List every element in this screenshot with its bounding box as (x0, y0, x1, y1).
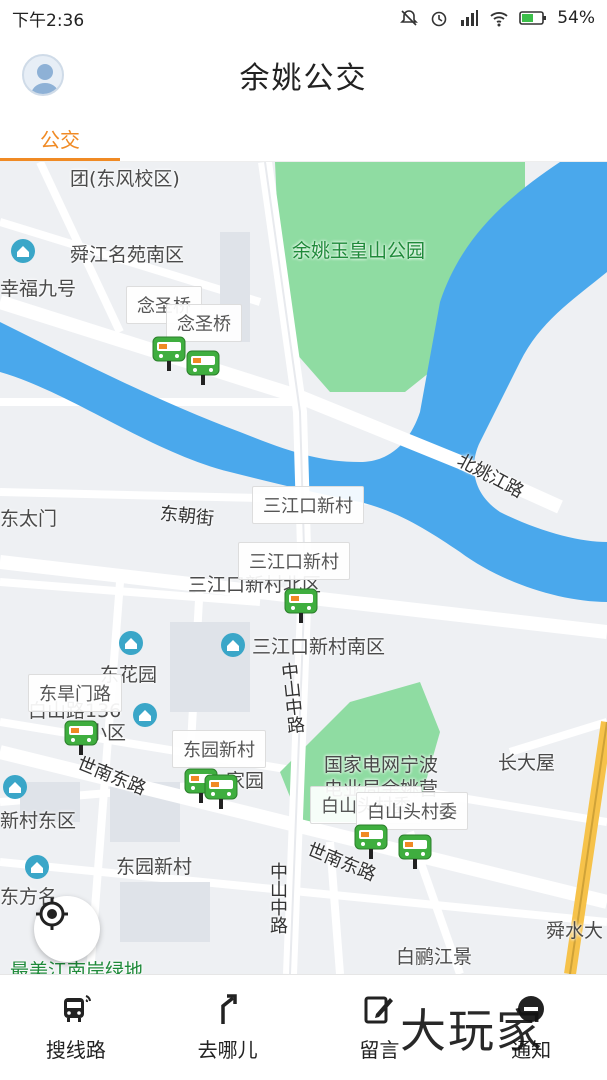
nav-label: 去哪儿 (197, 1038, 258, 1062)
signal-icon (461, 10, 479, 26)
residence-poi-icon[interactable] (118, 630, 144, 656)
nav-where-to[interactable]: 去哪儿 (152, 975, 304, 1080)
alarm-icon (431, 11, 447, 27)
tab-bus[interactable]: 公交 (0, 114, 120, 162)
bus-stop-marker-icon[interactable] (152, 336, 186, 372)
status-time: 下午2:36 (12, 10, 85, 31)
map-label: 舜江名苑南区 (70, 244, 185, 266)
battery-icon (519, 11, 547, 25)
battery-percent: 54% (557, 8, 595, 28)
user-avatar[interactable] (22, 54, 64, 96)
map-label: 幸福九号 (0, 278, 77, 300)
map-label: 团(东风校区) (70, 168, 180, 190)
bus-search-icon (63, 995, 91, 1022)
bus-stop-marker-icon[interactable] (64, 720, 98, 756)
watermark-logo: 大玩家 (400, 1004, 544, 1058)
nav-label: 搜线路 (45, 1038, 106, 1062)
residence-poi-icon[interactable] (24, 854, 50, 880)
status-icons: 54% (399, 8, 595, 28)
tab-bar: 公交 (0, 114, 607, 162)
residence-poi-icon[interactable] (220, 632, 246, 658)
road-label: 中山中路 (267, 862, 288, 934)
stop-callout-sanjiangkou[interactable]: 三江口新村 (252, 486, 364, 524)
map-label: 国家电网宁波 (324, 754, 439, 776)
residence-poi-icon[interactable] (10, 238, 36, 264)
locate-target-icon (36, 898, 68, 930)
map-label: 东园新村 (116, 856, 193, 878)
person-icon (30, 64, 60, 94)
locate-button[interactable] (34, 896, 100, 962)
map-label: 东太门 (0, 508, 58, 530)
residence-poi-icon[interactable] (2, 774, 28, 800)
map-view[interactable]: 团(东风校区) 舜江名苑南区 幸福九号 余姚玉皇山公园 北姚江路 东太门 东朝街… (0, 162, 607, 974)
page-title: 余姚公交 (239, 61, 368, 96)
edit-message-icon (364, 996, 394, 1024)
bus-stop-marker-icon[interactable] (284, 588, 318, 624)
nav-search-route[interactable]: 搜线路 (0, 975, 152, 1080)
tab-active-indicator (0, 158, 120, 161)
mute-icon (400, 10, 419, 26)
bus-stop-marker-icon[interactable] (354, 824, 388, 860)
app-header: 余姚公交 (0, 36, 607, 114)
nav-label: 留言 (359, 1038, 400, 1062)
tab-bus-label: 公交 (40, 127, 80, 152)
route-turn-icon (220, 994, 237, 1024)
map-label: 白鹂江景 (396, 946, 473, 968)
bus-stop-marker-icon[interactable] (398, 834, 432, 870)
park-label: 余姚玉皇山公园 (292, 240, 426, 262)
map-label: 舜水大 (546, 920, 604, 942)
map-label: 长大屋 (498, 752, 556, 774)
bus-stop-marker-icon[interactable] (186, 350, 220, 386)
stop-callout-sanjiangkou[interactable]: 三江口新村 (238, 542, 350, 580)
stop-callout-dongyuan[interactable]: 东园新村 (172, 730, 266, 768)
residence-poi-icon[interactable] (132, 702, 158, 728)
road-label: 东朝街 (158, 503, 215, 530)
stop-callout-donghaomenlu[interactable]: 东旱门路 (28, 674, 122, 712)
bus-stop-marker-icon[interactable] (204, 774, 238, 810)
status-bar: 下午2:36 54% (0, 0, 607, 36)
map-label: 三江口新村南区 (252, 636, 386, 658)
wifi-icon (490, 12, 508, 27)
map-label: 新村东区 (0, 810, 77, 832)
